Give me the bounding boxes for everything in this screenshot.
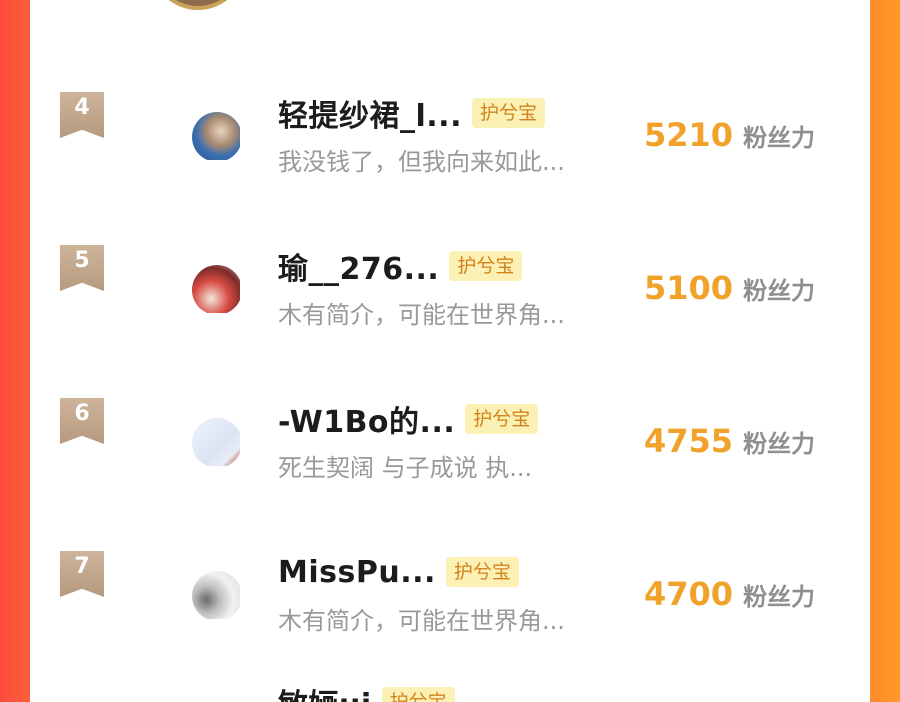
score-unit: 粉丝力 — [743, 583, 816, 611]
avatar[interactable] — [192, 571, 242, 621]
score-unit: 粉丝力 — [743, 124, 816, 152]
user-name-line: -W1Bo的... 护兮宝 — [278, 397, 539, 441]
leaderboard-row[interactable]: 7 MissPu... 护兮宝 木有简介，可能在世界角... 4700 粉丝力 — [30, 529, 870, 679]
fan-badge: 护兮宝 — [471, 98, 545, 128]
leaderboard-row[interactable]: 5 瑜__276... 护兮宝 木有简介，可能在世界角... 5100 粉丝力 — [30, 223, 870, 373]
rank-number: 4 — [74, 95, 90, 120]
user-description: 木有简介，可能在世界角... — [278, 301, 565, 329]
top-avatar-partial[interactable] — [150, 0, 246, 10]
fan-badge: 护兮宝 — [465, 404, 539, 434]
leaderboard-card: 4 轻提纱裙_l... 护兮宝 我没钱了，但我向来如此... 5210 粉丝力 … — [30, 0, 870, 702]
user-name-line: 轻提纱裙_l... 护兮宝 — [278, 92, 545, 134]
score-unit: 粉丝力 — [743, 430, 816, 458]
fan-power-score: 4700 粉丝力 — [644, 575, 815, 613]
avatar[interactable] — [192, 418, 242, 468]
user-name[interactable]: 敏婳ui — [278, 680, 372, 702]
score-unit: 粉丝力 — [743, 277, 816, 305]
fan-badge: 护兮宝 — [449, 251, 523, 281]
rank-ribbon-icon: 4 — [60, 92, 104, 138]
user-description: 死生契阔 与子成说 执... — [278, 454, 533, 482]
leaderboard-row-partial[interactable]: 敏婳ui 护兮宝 — [278, 680, 455, 702]
score-value: 5100 — [644, 269, 734, 307]
score-value: 5210 — [644, 116, 734, 154]
avatar[interactable] — [192, 265, 242, 315]
rank-number: 6 — [74, 401, 90, 426]
leaderboard-row[interactable]: 6 -W1Bo的... 护兮宝 死生契阔 与子成说 执... 4755 粉丝力 — [30, 376, 870, 526]
leaderboard-row[interactable]: 4 轻提纱裙_l... 护兮宝 我没钱了，但我向来如此... 5210 粉丝力 — [30, 70, 870, 220]
score-value: 4700 — [644, 575, 734, 613]
score-value: 4755 — [644, 422, 734, 460]
user-name[interactable]: 轻提纱裙_l... — [278, 91, 462, 135]
avatar[interactable] — [192, 112, 242, 162]
user-name[interactable]: MissPu... — [278, 555, 436, 590]
user-name[interactable]: -W1Bo的... — [278, 397, 455, 441]
rank-number: 5 — [74, 248, 90, 273]
user-description: 我没钱了，但我向来如此... — [278, 148, 565, 176]
user-description: 木有简介，可能在世界角... — [278, 607, 565, 635]
fan-badge: 护兮宝 — [381, 687, 455, 702]
user-name-line: 瑜__276... 护兮宝 — [278, 244, 523, 288]
fan-power-score: 4755 粉丝力 — [644, 422, 815, 460]
user-name[interactable]: 瑜__276... — [278, 244, 439, 288]
fan-power-score: 5210 粉丝力 — [644, 116, 815, 154]
rank-number: 7 — [74, 554, 90, 579]
fan-power-score: 5100 粉丝力 — [644, 269, 815, 307]
user-name-line: MissPu... 护兮宝 — [278, 551, 519, 593]
rank-ribbon-icon: 7 — [60, 551, 104, 597]
fan-badge: 护兮宝 — [445, 557, 519, 587]
rank-ribbon-icon: 6 — [60, 398, 104, 444]
rank-ribbon-icon: 5 — [60, 245, 104, 291]
